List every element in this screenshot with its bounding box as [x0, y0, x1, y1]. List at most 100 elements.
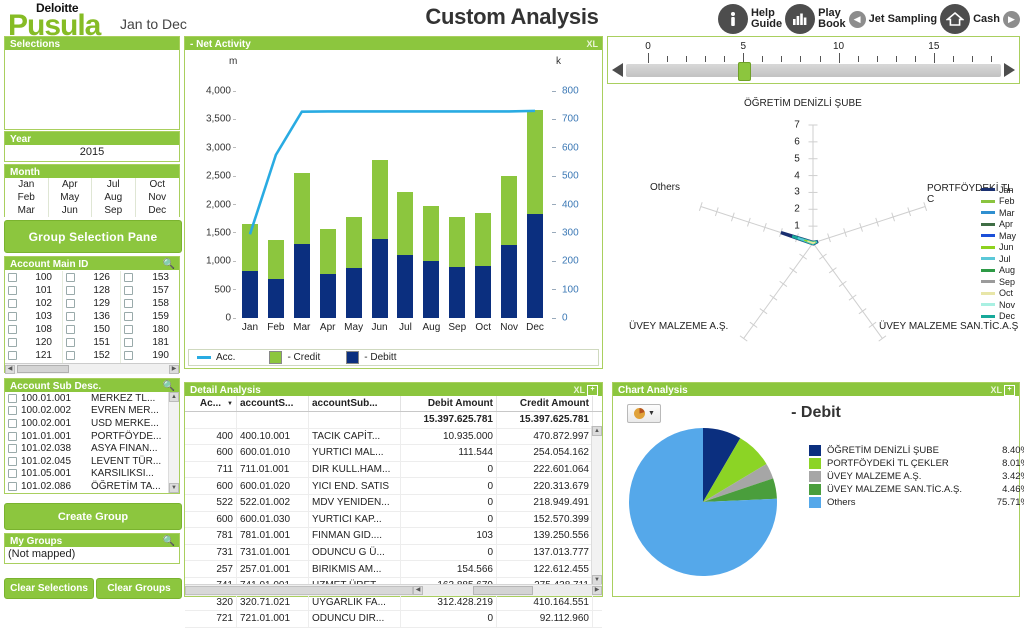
table-row[interactable]: 320 320.71.021 UYGARLIK FA... 312.428.219 41…	[185, 594, 602, 612]
bar[interactable]	[449, 217, 466, 318]
account-id-item[interactable]: 129	[63, 297, 120, 310]
table-row[interactable]: 257 257.01.001 BIRIKMIS AM... 154.566 122.61…	[185, 561, 602, 578]
checkbox-icon[interactable]	[66, 299, 75, 308]
column-header[interactable]: accountS...	[237, 396, 309, 411]
column-header[interactable]: Ac... ▼	[185, 396, 237, 411]
clear-selections-button[interactable]: Clear Selections	[4, 578, 94, 599]
detail-hscrollbar[interactable]: ◀ ▶	[185, 584, 602, 596]
table-row[interactable]: 522 522.01.002 MDV YENIDEN... 0 218.949.491	[185, 494, 602, 512]
table-row[interactable]: 721 721.01.001 ODUNCU DIR... 0 92.112.960	[185, 611, 602, 628]
scroll-right-icon[interactable]: ▶	[592, 586, 602, 595]
checkbox-icon[interactable]	[124, 286, 133, 295]
month-item-nov[interactable]: Nov	[136, 191, 180, 204]
legend-item-acc[interactable]: Acc.	[197, 352, 235, 363]
account-sub-item[interactable]: 101.05.001 KARSILIKSI...	[5, 468, 179, 481]
checkbox-icon[interactable]	[66, 338, 75, 347]
my-groups-value[interactable]: (Not mapped)	[5, 547, 179, 563]
account-id-item[interactable]: 120	[5, 336, 62, 349]
month-item-aug[interactable]: Aug	[92, 191, 135, 204]
radar-legend-item[interactable]: Oct	[980, 288, 1016, 300]
account-id-item[interactable]: 181	[121, 336, 179, 349]
account-id-item[interactable]: 150	[63, 323, 120, 336]
detail-vscrollbar[interactable]: ▲ ▼	[591, 426, 602, 585]
bar[interactable]	[475, 213, 492, 318]
account-main-id-hscrollbar[interactable]: ◀ ▶	[5, 363, 179, 374]
month-item-jan[interactable]: Jan	[5, 178, 48, 191]
account-id-item[interactable]: 102	[5, 297, 62, 310]
month-item-feb[interactable]: Feb	[5, 191, 48, 204]
month-item-mar[interactable]: Mar	[5, 204, 48, 217]
account-sub-item[interactable]: 101.01.001 PORTFÖYDE...	[5, 430, 179, 443]
selections-body[interactable]	[5, 50, 179, 129]
pie-legend-item[interactable]: PORTFÖYDEKİ TL ÇEKLER 8.01%	[809, 457, 1024, 470]
account-sub-item[interactable]: 101.02.045 LEVENT TÜR...	[5, 455, 179, 468]
account-sub-item[interactable]: 100.01.001 MERKEZ TL...	[5, 392, 179, 405]
month-item-may[interactable]: May	[49, 191, 92, 204]
pie-legend-item[interactable]: Others 75.71%	[809, 496, 1024, 509]
account-sub-item[interactable]: 101.02.038 ASYA FINAN...	[5, 442, 179, 455]
checkbox-icon[interactable]	[8, 418, 17, 428]
checkbox-icon[interactable]	[124, 273, 133, 282]
account-id-item[interactable]: 108	[5, 323, 62, 336]
pie-legend-item[interactable]: ÜVEY MALZEME SAN.TİC.A.Ş. 4.46%	[809, 483, 1024, 496]
account-sub-item[interactable]: 100.02.001 USD MERKE...	[5, 417, 179, 430]
radar-legend-item[interactable]: Sep	[980, 276, 1016, 288]
bar[interactable]	[397, 192, 414, 318]
month-item-oct[interactable]: Oct	[136, 178, 180, 191]
checkbox-icon[interactable]	[124, 299, 133, 308]
checkbox-icon[interactable]	[8, 273, 17, 282]
detail-analysis-export[interactable]: XL +	[573, 384, 598, 396]
account-id-item[interactable]: 128	[63, 284, 120, 297]
month-item-dec[interactable]: Dec	[136, 204, 180, 217]
checkbox-icon[interactable]	[8, 312, 17, 321]
month-item-apr[interactable]: Apr	[49, 178, 92, 191]
bar[interactable]	[319, 229, 336, 318]
checkbox-icon[interactable]	[124, 312, 133, 321]
range-slider-panel[interactable]: 0 5 10 15	[607, 36, 1020, 84]
help-guide-label[interactable]: Help Guide	[751, 8, 782, 30]
account-id-item[interactable]: 159	[121, 310, 179, 323]
year-value[interactable]: 2015	[5, 145, 179, 161]
account-id-item[interactable]: 121	[5, 349, 62, 362]
account-id-item[interactable]: 136	[63, 310, 120, 323]
checkbox-icon[interactable]	[66, 312, 75, 321]
table-row[interactable]: 600 600.01.030 YURTICI KAP... 0 152.570.399	[185, 511, 602, 529]
checkbox-icon[interactable]	[8, 299, 17, 308]
group-selection-pane-button[interactable]: Group Selection Pane	[4, 220, 182, 253]
account-id-item[interactable]: 158	[121, 297, 179, 310]
search-icon[interactable]: 🔍	[163, 259, 175, 270]
month-item-sep[interactable]: Sep	[92, 204, 135, 217]
search-icon[interactable]: 🔍	[163, 536, 175, 547]
slider-track[interactable]	[626, 62, 1001, 81]
account-sub-item[interactable]: 100.02.002 EVREN MER...	[5, 405, 179, 418]
scroll-thumb[interactable]	[473, 586, 533, 595]
checkbox-icon[interactable]	[8, 406, 17, 416]
checkbox-icon[interactable]	[8, 325, 17, 334]
checkbox-icon[interactable]	[8, 338, 17, 347]
account-id-item[interactable]: 180	[121, 323, 179, 336]
scroll-left-icon[interactable]: ◀	[5, 364, 15, 374]
table-row[interactable]: 400 400.10.001 TACIK CAPİT... 10.935.000 470…	[185, 428, 602, 446]
account-sub-desc-vscrollbar[interactable]: ▲ ▼	[168, 392, 179, 493]
checkbox-icon[interactable]	[8, 481, 17, 491]
table-row[interactable]: 600 600.01.010 YURTICI MAL... 111.544 254.05…	[185, 445, 602, 462]
radar-legend-item[interactable]: Apr	[980, 219, 1016, 231]
account-id-item[interactable]: 190	[121, 349, 179, 362]
checkbox-icon[interactable]	[8, 286, 17, 295]
pie-legend-item[interactable]: ÜVEY MALZEME A.Ş. 3.42%	[809, 470, 1024, 483]
legend-item-debit[interactable]: - Debitt	[346, 351, 396, 364]
radar-legend-item[interactable]: Jan	[980, 184, 1016, 196]
slider-thumb[interactable]	[738, 62, 752, 81]
bar[interactable]	[241, 223, 258, 318]
account-id-item[interactable]: 157	[121, 284, 179, 297]
play-book-label[interactable]: Play Book	[818, 8, 846, 30]
bar[interactable]	[527, 110, 544, 318]
bar[interactable]	[371, 160, 388, 318]
bar[interactable]	[501, 175, 518, 318]
checkbox-icon[interactable]	[8, 456, 17, 466]
checkbox-icon[interactable]	[8, 393, 17, 403]
account-id-item[interactable]: 101	[5, 284, 62, 297]
column-header[interactable]: accountSub...	[309, 396, 401, 411]
account-sub-item[interactable]: 101.02.086 ÖĞRETİM TA...	[5, 480, 179, 493]
checkbox-icon[interactable]	[66, 325, 75, 334]
